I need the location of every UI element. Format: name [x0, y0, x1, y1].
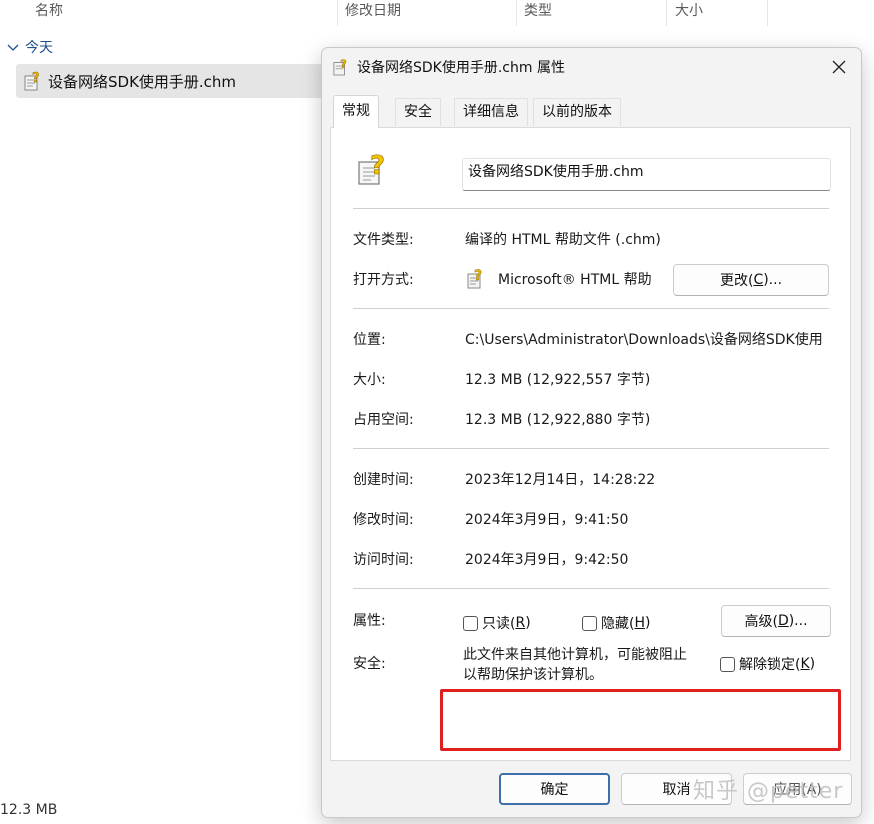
created-value: 2023年12月14日，14:28:22: [465, 472, 656, 488]
tab-general[interactable]: 常规: [333, 95, 379, 128]
tab-details[interactable]: 详细信息: [454, 98, 528, 126]
security-label: 安全:: [353, 656, 386, 672]
svg-text:?: ?: [370, 151, 385, 181]
disk-size-label: 占用空间:: [353, 412, 414, 428]
dialog-title: 设备网络SDK使用手册.chm 属性: [357, 60, 565, 76]
svg-text:?: ?: [340, 58, 347, 71]
modified-label: 修改时间:: [353, 512, 414, 528]
column-separator[interactable]: [767, 0, 768, 26]
readonly-checkbox[interactable]: 只读(R): [463, 613, 531, 633]
file-type-value: 编译的 HTML 帮助文件 (.chm): [465, 232, 661, 248]
change-button[interactable]: 更改(C)...: [673, 264, 829, 296]
created-label: 创建时间:: [353, 472, 414, 488]
open-with-value: Microsoft® HTML 帮助: [498, 272, 652, 288]
column-header-size[interactable]: 大小: [675, 0, 703, 26]
location-value: C:\Users\Administrator\Downloads\设备网络SDK…: [465, 332, 823, 348]
accessed-label: 访问时间:: [353, 552, 414, 568]
column-header-type[interactable]: 类型: [524, 0, 552, 26]
tab-security[interactable]: 安全: [395, 98, 441, 126]
column-separator[interactable]: [337, 0, 338, 26]
chevron-down-icon: [7, 44, 19, 51]
svg-text:?: ?: [474, 268, 482, 284]
file-name-field[interactable]: 设备网络SDK使用手册.chm: [462, 158, 831, 191]
group-header-today[interactable]: 今天: [6, 37, 53, 57]
divider: [353, 308, 829, 309]
watermark: 知乎 @petter: [693, 779, 844, 804]
file-type-label: 文件类型:: [353, 232, 414, 248]
size-label: 大小:: [353, 372, 386, 388]
chm-file-icon: ?: [333, 58, 347, 76]
file-list-item[interactable]: ? 设备网络SDK使用手册.chm: [16, 64, 326, 98]
hidden-checkbox[interactable]: 隐藏(H): [582, 613, 650, 633]
properties-dialog: ? 设备网络SDK使用手册.chm 属性 常规 安全 详细信息 以前的版本 ? …: [321, 47, 862, 818]
close-icon: [832, 60, 846, 74]
advanced-button[interactable]: 高级(D)...: [721, 605, 831, 637]
open-with-label: 打开方式:: [353, 272, 414, 288]
location-label: 位置:: [353, 332, 386, 348]
column-separator[interactable]: [516, 0, 517, 26]
attributes-label: 属性:: [353, 613, 386, 629]
size-value: 12.3 MB (12,922,557 字节): [465, 372, 651, 388]
group-label: 今天: [25, 40, 53, 56]
security-warning: 此文件来自其他计算机，可能被阻止 以帮助保护该计算机。: [463, 647, 687, 683]
accessed-value: 2024年3月9日，9:42:50: [465, 552, 629, 568]
highlight-box: [440, 689, 841, 751]
status-bar-size: 12.3 MB: [0, 802, 58, 818]
close-button[interactable]: [823, 52, 855, 82]
checkbox-box[interactable]: [720, 656, 735, 672]
modified-value: 2024年3月9日，9:41:50: [465, 512, 629, 528]
column-separator[interactable]: [666, 0, 667, 26]
checkbox-box[interactable]: [463, 615, 478, 631]
column-header-modified[interactable]: 修改日期: [345, 0, 401, 26]
general-panel: ? 设备网络SDK使用手册.chm 文件类型: 编译的 HTML 帮助文件 (.…: [330, 127, 851, 761]
divider: [353, 588, 829, 589]
divider: [353, 448, 829, 449]
dialog-titlebar[interactable]: ? 设备网络SDK使用手册.chm 属性: [322, 48, 861, 86]
tab-previous-versions[interactable]: 以前的版本: [533, 98, 621, 126]
html-help-icon: ?: [467, 268, 482, 289]
checkbox-box[interactable]: [582, 615, 597, 631]
disk-size-value: 12.3 MB (12,922,880 字节): [465, 412, 651, 428]
column-header-name[interactable]: 名称: [35, 0, 63, 26]
svg-text:?: ?: [32, 71, 40, 86]
chm-file-icon: ?: [24, 71, 40, 91]
file-name: 设备网络SDK使用手册.chm: [48, 72, 237, 91]
unblock-checkbox[interactable]: 解除锁定(K): [720, 654, 815, 674]
divider: [353, 208, 829, 209]
chm-file-icon: ?: [358, 151, 385, 185]
ok-button[interactable]: 确定: [499, 773, 610, 805]
